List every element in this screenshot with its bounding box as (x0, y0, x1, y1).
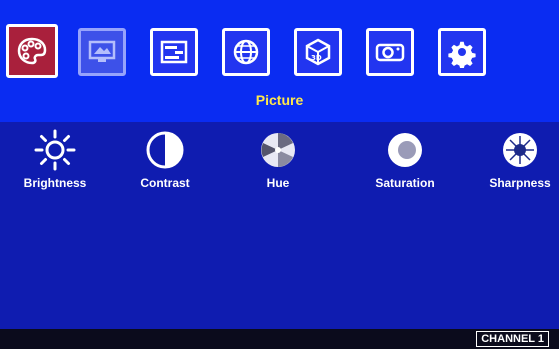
sub-item-label: Saturation (375, 176, 435, 190)
tab-display[interactable] (78, 28, 126, 76)
sub-item-saturation[interactable]: Saturation (355, 128, 455, 198)
tab-settings[interactable] (438, 28, 486, 76)
3d-cube-icon: 3D (305, 38, 331, 66)
projector-icon (375, 43, 405, 62)
globe-icon (233, 39, 259, 65)
saturation-icon (388, 133, 422, 167)
sub-item-contrast[interactable]: Contrast (115, 128, 215, 198)
tab-3d[interactable]: 3D (294, 28, 342, 76)
tab-picture[interactable] (6, 24, 58, 78)
gear-icon (448, 41, 476, 68)
contrast-icon (146, 131, 184, 169)
tab-adjust[interactable] (150, 28, 198, 76)
sharpness-icon (503, 133, 537, 167)
status-bar: CHANNEL 1 (0, 329, 559, 349)
svg-text:3D: 3D (311, 54, 322, 62)
sub-item-label: Brightness (23, 176, 87, 190)
sub-item-hue[interactable]: Hue (228, 128, 328, 198)
picture-sub-items: Brightness Contrast Hue Saturation Sharp… (0, 128, 559, 198)
sub-item-label: Sharpness (489, 176, 551, 190)
monitor-icon (88, 40, 116, 62)
tab-network[interactable] (222, 28, 270, 76)
channel-badge: CHANNEL 1 (476, 331, 549, 347)
sliders-icon (160, 40, 188, 64)
menu-title: Picture (255, 92, 304, 108)
sun-icon (34, 129, 76, 171)
palette-icon (17, 37, 47, 65)
sub-item-label: Contrast (140, 176, 190, 190)
hue-wheel-icon (261, 133, 295, 167)
tab-projector[interactable] (366, 28, 414, 76)
sub-item-sharpness[interactable]: Sharpness (470, 128, 559, 198)
top-menu-bar: 3D Picture (0, 0, 559, 122)
menu-tabs: 3D (6, 24, 559, 88)
sub-item-brightness[interactable]: Brightness (5, 128, 105, 198)
sub-item-label: Hue (266, 176, 290, 190)
